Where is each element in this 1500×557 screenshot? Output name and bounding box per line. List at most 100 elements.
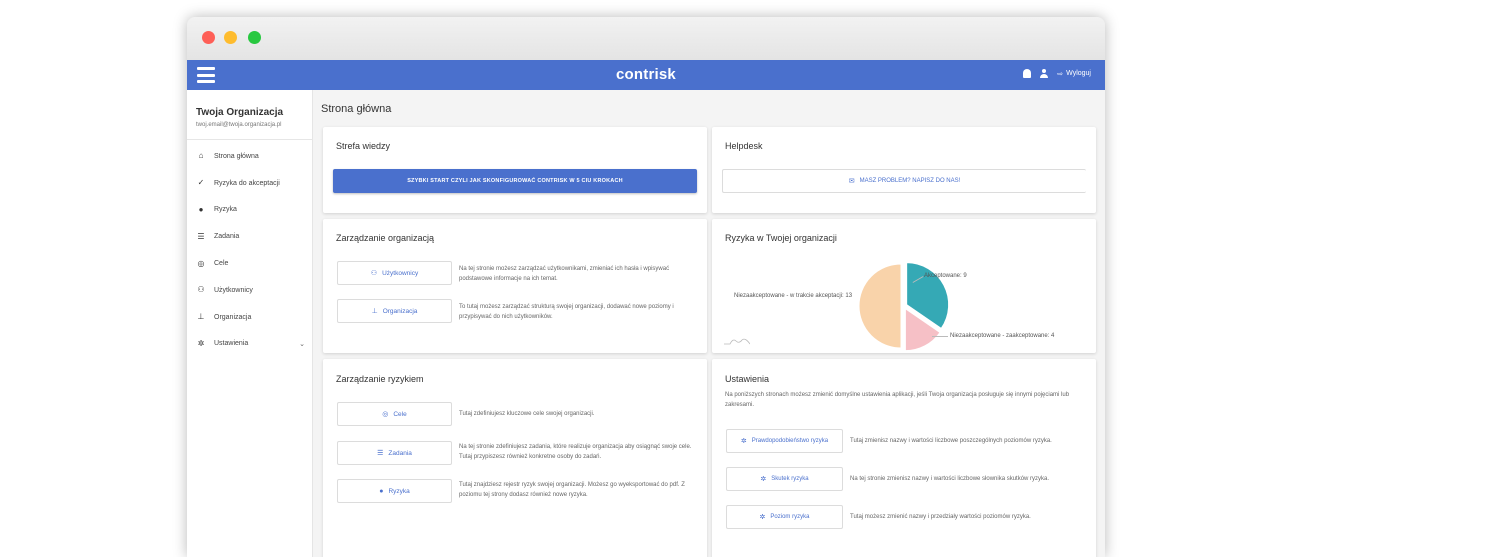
- sidebar: Twoja Organizacja twoj.email@twoja.organ…: [187, 90, 313, 557]
- sidebar-item-label: Ryzyka: [214, 206, 237, 214]
- users-icon: ⚇: [370, 269, 378, 277]
- accepted-label: Akceptowane: 9: [924, 273, 967, 279]
- gear-icon: ✲: [759, 513, 766, 521]
- organization-button-label: Organizacja: [382, 307, 418, 315]
- sidebar-item-goals[interactable]: ◎ Cele: [187, 250, 313, 277]
- risk-level-button-label: Poziom ryzyka: [770, 514, 810, 520]
- settings-card: Ustawienia Na poniższych stronach możesz…: [712, 359, 1096, 557]
- risks-button-label: Ryzyka: [388, 487, 410, 495]
- tasks-description: Na tej stronie zdefiniujesz zadania, któ…: [459, 444, 692, 460]
- probability-button[interactable]: ✲ Prawdopodobieństwo ryzyka: [726, 429, 843, 453]
- app: contrisk ⇨ Wyloguj Twoja Organizacja two…: [187, 60, 1105, 557]
- risk-level-description: Tutaj możesz zmienić nazwy i przedziały …: [850, 514, 1031, 520]
- quick-start-button[interactable]: SZYBKI START CZYLI JAK SKONFIGUROWAĆ CON…: [333, 169, 697, 193]
- goals-description: Tutaj zdefiniujesz kluczowe cele swojej …: [459, 411, 595, 417]
- top-navbar: contrisk ⇨ Wyloguj: [187, 60, 1105, 90]
- logout-icon: ⇨: [1057, 70, 1064, 78]
- sitemap-icon: ⊥: [371, 307, 378, 315]
- contact-us-button[interactable]: ✉ MASZ PROBLEM? NAPISZ DO NAS!: [722, 169, 1086, 193]
- list-icon: ☰: [377, 449, 384, 457]
- risk-level-button[interactable]: ✲ Poziom ryzyka: [726, 505, 843, 529]
- risk-management-card: Zarządzanie ryzykiem ◎ Cele Tutaj zdefin…: [323, 359, 707, 557]
- goals-button[interactable]: ◎ Cele: [337, 402, 452, 426]
- window-titlebar: [187, 17, 1105, 60]
- card-title: Zarządzanie organizacją: [336, 233, 435, 243]
- settings-intro: Na poniższych stronach możesz zmienić do…: [725, 392, 1070, 408]
- helpdesk-card: Helpdesk ✉ MASZ PROBLEM? NAPISZ DO NAS!: [712, 127, 1096, 213]
- goals-button-label: Cele: [393, 410, 407, 418]
- gear-icon: ✲: [760, 475, 767, 483]
- target-icon: ◎: [382, 410, 389, 418]
- sidebar-menu: ⌂ Strona główna ✓ Ryzyka do akceptacji ●…: [187, 143, 313, 357]
- probability-description: Tutaj zmienisz nazwy i wartości liczbowe…: [850, 438, 1052, 444]
- organization-description: To tutaj możesz zarządzać strukturą swoj…: [459, 304, 674, 320]
- sidebar-item-organization[interactable]: ⊥ Organizacja: [187, 304, 313, 331]
- card-title: Ustawienia: [725, 374, 770, 384]
- users-description: Na tej stronie możesz zarządzać użytkown…: [459, 266, 670, 282]
- sidebar-item-label: Zadania: [214, 233, 240, 241]
- card-title: Ryzyka w Twojej organizacji: [725, 233, 837, 243]
- risks-description: Tutaj znajdziesz rejestr ryzyk swojej or…: [459, 482, 685, 498]
- logout-button[interactable]: ⇨ Wyloguj: [1057, 70, 1091, 78]
- users-button[interactable]: ⚇ Użytkownicy: [337, 261, 452, 285]
- sidebar-item-settings[interactable]: ✲ Ustawienia ⌄: [187, 331, 313, 358]
- chevron-down-icon: ⌄: [299, 340, 305, 348]
- logout-label: Wyloguj: [1066, 70, 1091, 77]
- tasks-button[interactable]: ☰ Zadania: [337, 441, 452, 465]
- risks-pie-chart: [858, 262, 950, 352]
- sidebar-item-risks-to-accept[interactable]: ✓ Ryzyka do akceptacji: [187, 170, 313, 197]
- contact-us-label: MASZ PROBLEM? NAPISZ DO NAS!: [859, 178, 961, 184]
- gear-icon: ✲: [740, 437, 747, 445]
- maximize-window-button[interactable]: [248, 31, 261, 44]
- user-icon[interactable]: [1040, 69, 1049, 78]
- impact-button[interactable]: ✲ Skutek ryzyka: [726, 467, 843, 491]
- minimize-window-button[interactable]: [224, 31, 237, 44]
- sidebar-item-label: Użytkownicy: [214, 286, 253, 294]
- bell-icon[interactable]: [1023, 69, 1032, 78]
- sidebar-item-risks[interactable]: ● Ryzyka: [187, 197, 313, 224]
- knowledge-card: Strefa wiedzy SZYBKI START CZYLI JAK SKO…: [323, 127, 707, 213]
- org-risks-card: Ryzyka w Twojej organizacji Akceptowane:…: [712, 219, 1096, 353]
- home-icon: ⌂: [198, 151, 204, 161]
- risks-button[interactable]: ● Ryzyka: [337, 479, 452, 503]
- organization-button[interactable]: ⊥ Organizacja: [337, 299, 452, 323]
- sidebar-item-label: Organizacja: [214, 313, 252, 321]
- card-title: Strefa wiedzy: [336, 141, 391, 151]
- circle-icon: ●: [198, 204, 204, 214]
- probability-button-label: Prawdopodobieństwo ryzyka: [751, 438, 829, 444]
- sidebar-item-users[interactable]: ⚇ Użytkownicy: [187, 277, 313, 304]
- target-icon: ◎: [197, 258, 205, 268]
- rejected-label: Niezaakceptowane - zaakceptowane: 4: [950, 333, 1055, 339]
- card-title: Zarządzanie ryzykiem: [336, 374, 424, 384]
- card-title: Helpdesk: [725, 141, 763, 151]
- app-logo[interactable]: contrisk: [187, 66, 1105, 83]
- org-management-card: Zarządzanie organizacją ⚇ Użytkownicy Na…: [323, 219, 707, 353]
- impact-description: Na tej stronie zmienisz nazwy i wartości…: [850, 476, 1050, 482]
- sidebar-divider: [187, 139, 313, 140]
- sidebar-item-home[interactable]: ⌂ Strona główna: [187, 143, 313, 170]
- sidebar-item-label: Cele: [214, 260, 229, 268]
- sidebar-item-label: Strona główna: [214, 152, 259, 160]
- org-email: twoj.email@twoja.organizacja.pl: [196, 122, 282, 128]
- users-icon: ⚇: [197, 285, 205, 295]
- list-icon: ☰: [197, 231, 205, 241]
- check-icon: ✓: [197, 178, 205, 188]
- impact-button-label: Skutek ryzyka: [771, 476, 809, 482]
- close-window-button[interactable]: [202, 31, 215, 44]
- envelope-icon: ✉: [848, 177, 855, 185]
- browser-window: contrisk ⇨ Wyloguj Twoja Organizacja two…: [187, 17, 1105, 557]
- org-name: Twoja Organizacja: [196, 107, 284, 118]
- gear-icon: ✲: [197, 338, 205, 348]
- rejected-leader-line: [932, 336, 948, 337]
- pending-label: Niezaakceptowane - w trakcie akceptacji:…: [734, 293, 853, 299]
- page-title: Strona główna: [321, 103, 392, 115]
- sitemap-icon: ⊥: [197, 312, 205, 322]
- users-button-label: Użytkownicy: [382, 269, 419, 277]
- pie-slice-pending[interactable]: [858, 263, 902, 349]
- sidebar-item-tasks[interactable]: ☰ Zadania: [187, 223, 313, 250]
- sidebar-item-label: Ryzyka do akceptacji: [214, 179, 280, 187]
- tasks-button-label: Zadania: [388, 449, 412, 457]
- chart-wave-icon: [724, 338, 750, 345]
- circle-icon: ●: [379, 487, 384, 495]
- main-content: Strona główna Strefa wiedzy SZYBKI START…: [313, 90, 1105, 557]
